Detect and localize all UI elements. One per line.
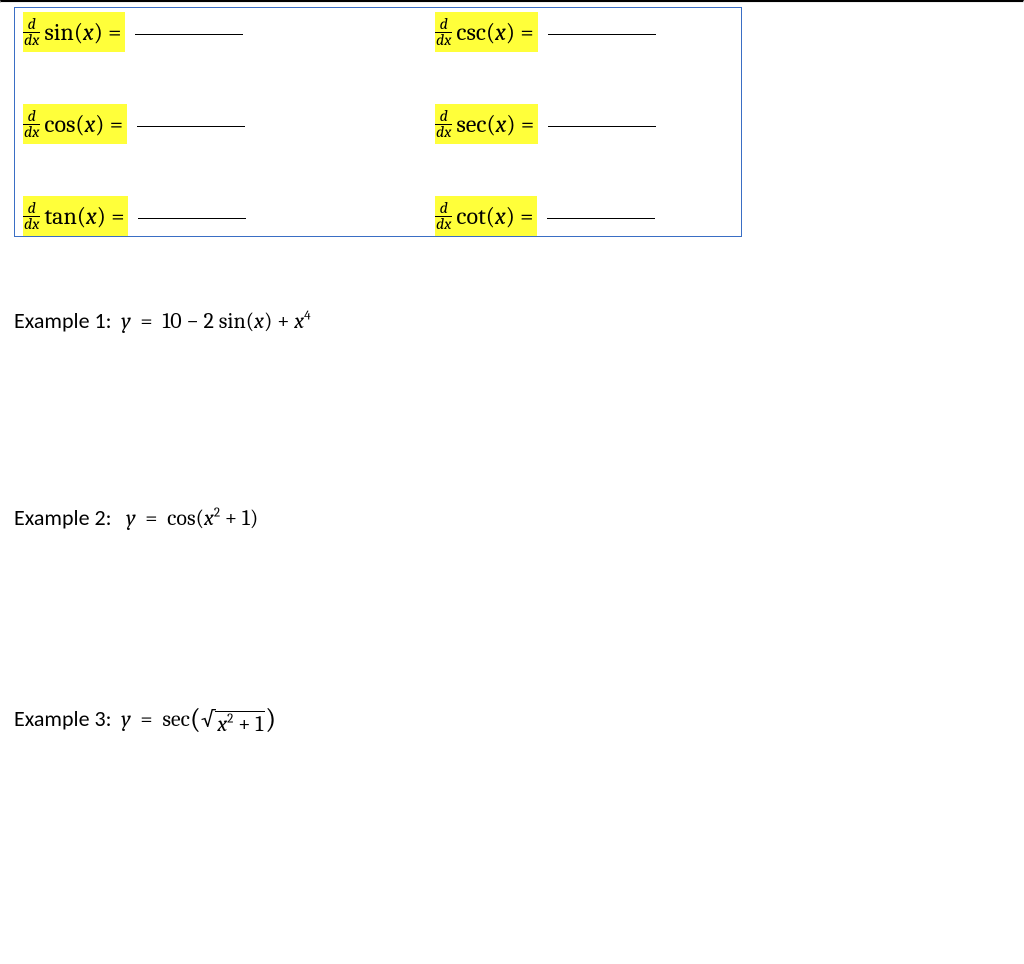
- highlight: d dx sin(x) =: [23, 12, 125, 52]
- answer-blank[interactable]: [138, 218, 246, 219]
- fraction-ddx: d dx: [23, 109, 40, 140]
- example-label: Example 3:: [14, 705, 112, 732]
- highlight: d dx tan(x) =: [23, 196, 128, 236]
- highlight: d dx cos(x) =: [23, 104, 127, 144]
- derivatives-box: d dx sin(x) = d dx cs: [14, 7, 742, 237]
- derivative-expr: cos(x) =: [44, 110, 123, 138]
- fraction-ddx: d dx: [23, 17, 40, 48]
- derivative-row: d dx tan(x) = d dx co: [15, 196, 741, 236]
- derivative-row: d dx sin(x) = d dx cs: [15, 12, 741, 52]
- answer-blank[interactable]: [548, 126, 656, 127]
- example-label: Example 2:: [14, 504, 112, 531]
- example-3: Example 3: y = sec(√x2 + 1): [14, 701, 1010, 734]
- derivative-expr: sin(x) =: [44, 18, 121, 46]
- derivative-cell: d dx tan(x) =: [15, 196, 435, 236]
- answer-blank[interactable]: [547, 218, 655, 219]
- example-1: Example 1: y = 10 − 2 sin(x) + x4: [14, 307, 1010, 334]
- derivative-expr: csc(x) =: [456, 18, 533, 46]
- highlight: d dx csc(x) =: [435, 12, 538, 52]
- answer-blank[interactable]: [137, 126, 245, 127]
- derivative-expr: cot(x) =: [456, 202, 533, 230]
- fraction-ddx: d dx: [435, 109, 452, 140]
- derivative-cell: d dx sec(x) =: [435, 104, 741, 144]
- sqrt-icon: √x2 + 1: [201, 708, 265, 733]
- derivative-cell: d dx csc(x) =: [435, 12, 741, 52]
- derivative-expr: tan(x) =: [44, 202, 124, 230]
- answer-blank[interactable]: [548, 34, 656, 35]
- derivative-row: d dx cos(x) = d dx se: [15, 104, 741, 144]
- derivative-cell: d dx sin(x) =: [15, 12, 435, 52]
- example-2: Example 2: y = cos(x2 + 1): [14, 504, 1010, 531]
- fraction-ddx: d dx: [23, 201, 40, 232]
- highlight: d dx sec(x) =: [435, 104, 538, 144]
- example-label: Example 1:: [14, 307, 112, 334]
- derivative-expr: sec(x) =: [456, 110, 534, 138]
- fraction-ddx: d dx: [435, 17, 452, 48]
- derivative-cell: d dx cos(x) =: [15, 104, 435, 144]
- fraction-ddx: d dx: [435, 201, 452, 232]
- answer-blank[interactable]: [135, 34, 243, 35]
- highlight: d dx cot(x) =: [435, 196, 537, 236]
- derivative-cell: d dx cot(x) =: [435, 196, 741, 236]
